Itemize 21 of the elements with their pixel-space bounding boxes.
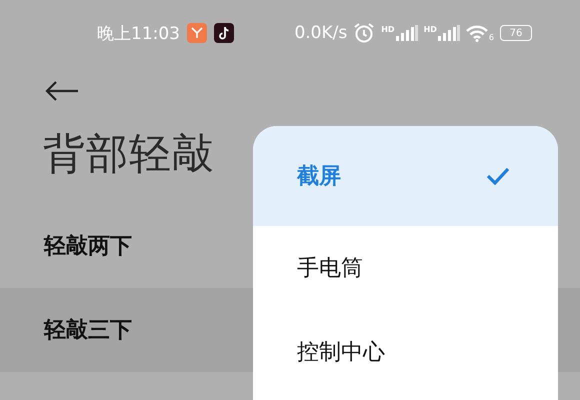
network-speed: 0.0K/s	[294, 23, 348, 43]
menu-item[interactable]: 手电筒	[253, 226, 558, 310]
page-title: 背部轻敲	[43, 128, 215, 180]
menu-item-label: 手电筒	[297, 255, 363, 283]
checkmark-icon	[486, 167, 510, 185]
battery-level: 76	[510, 28, 522, 38]
wifi-label: 6	[488, 32, 494, 42]
wifi-icon	[466, 24, 488, 42]
menu-item[interactable]: 控制中心	[253, 310, 558, 394]
menu-item-label: 截屏	[297, 163, 341, 191]
back-icon[interactable]	[45, 81, 79, 101]
menu-item-label: 控制中心	[297, 339, 385, 367]
menu-item[interactable]: 截屏	[253, 126, 558, 226]
music-note-icon	[214, 23, 234, 43]
status-time: 晚上11:03	[97, 22, 180, 44]
alarm-clock-icon	[353, 22, 376, 44]
signal-icon	[438, 25, 460, 41]
network-type-label: HD	[381, 25, 395, 34]
network-type-label: HD	[424, 25, 437, 34]
signal-icon	[396, 25, 418, 41]
row-label: 轻敲三下	[44, 317, 132, 345]
